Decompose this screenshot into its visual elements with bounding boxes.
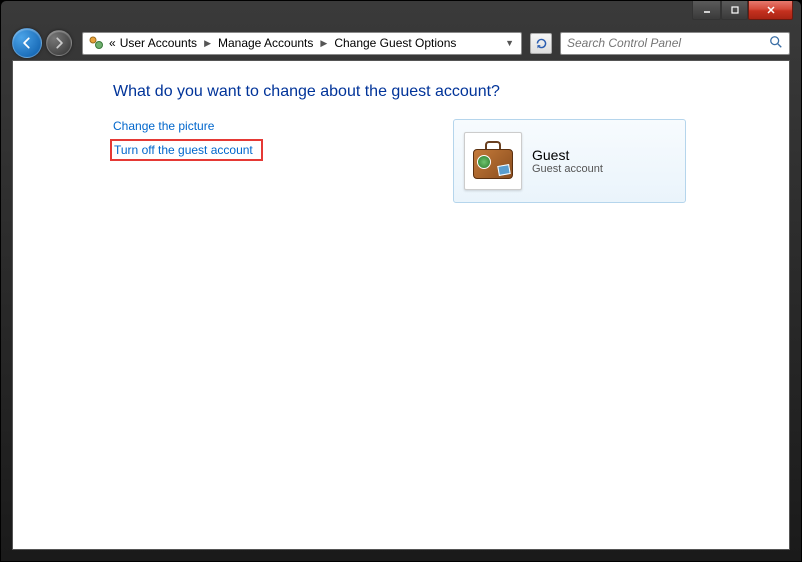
navigation-bar: « User Accounts ▶ Manage Accounts ▶ Chan… — [12, 28, 790, 58]
guest-suitcase-icon — [471, 141, 515, 181]
account-card[interactable]: Guest Guest account — [453, 119, 686, 203]
change-picture-link[interactable]: Change the picture — [113, 119, 433, 133]
action-links: Change the picture Turn off the guest ac… — [113, 119, 433, 167]
maximize-button[interactable] — [721, 1, 748, 20]
window-controls — [692, 1, 793, 20]
window-frame: « User Accounts ▶ Manage Accounts ▶ Chan… — [0, 0, 802, 562]
account-type: Guest account — [532, 163, 603, 175]
chevron-right-icon[interactable]: ▶ — [199, 38, 216, 49]
close-button[interactable] — [748, 1, 793, 20]
breadcrumb-item[interactable]: Manage Accounts — [216, 36, 315, 50]
chevron-right-icon[interactable]: ▶ — [315, 38, 332, 49]
content-area: What do you want to change about the gue… — [12, 60, 790, 550]
content-row: Change the picture Turn off the guest ac… — [113, 119, 789, 203]
turn-off-guest-link[interactable]: Turn off the guest account — [110, 139, 263, 161]
account-name: Guest — [532, 147, 603, 163]
search-box[interactable] — [560, 32, 790, 55]
back-button[interactable] — [12, 28, 42, 58]
account-avatar — [464, 132, 522, 190]
refresh-button[interactable] — [530, 33, 552, 54]
breadcrumb-item[interactable]: User Accounts — [118, 36, 199, 50]
account-info: Guest Guest account — [532, 147, 603, 175]
search-icon[interactable] — [769, 35, 783, 52]
address-bar[interactable]: « User Accounts ▶ Manage Accounts ▶ Chan… — [82, 32, 522, 55]
minimize-button[interactable] — [692, 1, 721, 20]
page-body: What do you want to change about the gue… — [13, 61, 789, 203]
breadcrumb-prefix[interactable]: « — [107, 36, 118, 50]
search-input[interactable] — [567, 36, 769, 50]
page-title: What do you want to change about the gue… — [113, 83, 789, 101]
control-panel-icon — [87, 34, 105, 52]
breadcrumb-item[interactable]: Change Guest Options — [332, 36, 458, 50]
dropdown-icon[interactable]: ▼ — [500, 38, 519, 48]
forward-button[interactable] — [46, 30, 72, 56]
